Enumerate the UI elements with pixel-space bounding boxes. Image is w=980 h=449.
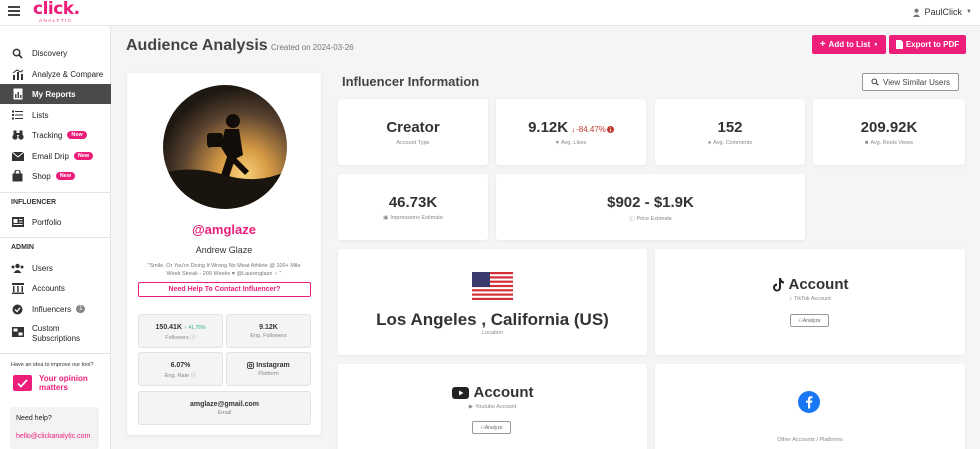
avatar: [163, 85, 287, 209]
new-badge: New: [67, 131, 87, 139]
section-label-influencer: INFLUENCER: [11, 199, 57, 206]
sidebar: Discovery Analyze & Compare My Reports L…: [0, 26, 111, 449]
section-title: Influencer Information: [342, 74, 480, 89]
sidebar-item-my-reports[interactable]: My Reports: [0, 84, 111, 104]
us-flag-icon: [472, 272, 513, 300]
divider: [0, 353, 111, 354]
avg-likes-card: 9.12K ↓ -84.47% ♥ Avg. Likes: [496, 99, 646, 165]
help-email-link[interactable]: hello@clickanalytic.com: [16, 433, 90, 440]
eng-followers-stat: 9.12K Eng. Followers: [226, 314, 311, 348]
arrow-up-icon: ↑: [184, 324, 187, 331]
divider: [0, 192, 111, 193]
chart-icon: [11, 68, 24, 80]
feedback-button[interactable]: Your opinion matters: [13, 374, 89, 392]
price-estimate-card: $902 - $1.9K ⓘ Price Estimate: [496, 174, 805, 240]
portfolio-icon: [11, 216, 24, 228]
profile-handle: @amglaze: [192, 222, 256, 237]
other-accounts-card: Other Accounts / Platforms: [655, 364, 965, 449]
user-icon: [912, 8, 920, 17]
mail-icon: [11, 150, 24, 162]
export-pdf-button[interactable]: Export to PDF: [889, 35, 966, 54]
subscriptions-icon: [11, 326, 24, 338]
user-name: PaulClick: [924, 7, 963, 17]
sidebar-item-shop[interactable]: Shop New: [0, 166, 111, 186]
search-icon: [871, 78, 879, 86]
logo[interactable]: click. ANALYTIC: [33, 0, 80, 23]
impressions-card: 46.73K ▣ Impressions Estimate: [338, 174, 488, 240]
chevron-down-icon: ▼: [966, 9, 972, 15]
youtube-icon: [451, 386, 469, 399]
location-card: Los Angeles , California (US) Location: [338, 249, 647, 355]
sidebar-item-lists[interactable]: Lists: [0, 105, 111, 125]
analyze-tiktok-button[interactable]: ⚇ Analyze: [790, 314, 829, 327]
users-icon: [11, 262, 24, 274]
binoculars-icon: [11, 129, 24, 141]
arrow-down-icon: ↓: [571, 125, 576, 134]
sidebar-item-accounts[interactable]: Accounts: [0, 278, 111, 298]
section-label-admin: ADMIN: [11, 244, 34, 251]
search-icon: [11, 47, 24, 59]
verified-icon: [11, 303, 24, 315]
email-stat: amglaze@gmail.com Email: [138, 391, 311, 425]
image-icon: ▣: [383, 215, 389, 221]
divider: [0, 237, 111, 238]
info-icon: ⓘ: [629, 217, 635, 223]
avg-comments-card: 152 ● Avg. Comments: [655, 99, 805, 165]
pdf-icon: [895, 40, 903, 49]
sidebar-item-email-drip[interactable]: Email Drip New: [0, 146, 111, 166]
list-icon: [11, 109, 24, 121]
sidebar-item-influencers[interactable]: Influencers 1: [0, 299, 111, 319]
user-menu[interactable]: PaulClick ▼: [912, 7, 972, 17]
sidebar-item-users[interactable]: Users: [0, 258, 111, 278]
chevron-down-icon: ▼: [873, 41, 879, 48]
avg-reels-views-card: 209.92K ■ Avg. Reels Views: [813, 99, 965, 165]
platform-stat: Instagram Platform: [226, 352, 311, 386]
help-box: Need help? hello@clickanalytic.com: [10, 407, 99, 449]
tiktok-icon: [772, 277, 784, 291]
add-to-list-button[interactable]: + Add to List ▼: [812, 35, 886, 54]
info-icon: [606, 126, 614, 133]
accounts-icon: [11, 282, 24, 294]
created-date: Created on 2024-03-26: [271, 43, 354, 52]
bag-icon: [11, 170, 24, 182]
comment-icon: ●: [707, 140, 712, 146]
info-icon: ⓘ: [190, 373, 197, 379]
help-title: Need help?: [16, 415, 52, 422]
tiktok-account-card: Account ♪ TikTok Account ⚇ Analyze: [655, 249, 965, 355]
info-icon: ⓘ: [190, 335, 196, 341]
profile-card: @amglaze Andrew Glaze "Smile, Or You're …: [127, 73, 321, 435]
view-similar-users-button[interactable]: View Similar Users: [862, 73, 959, 91]
tiktok-icon: ♪: [789, 296, 792, 302]
page-title: Audience Analysis: [126, 37, 268, 54]
profile-name: Andrew Glaze: [195, 245, 253, 255]
feedback-prompt: Have an idea to improve our tool?: [11, 362, 94, 368]
count-badge: 1: [76, 305, 86, 313]
account-type-card: Creator Account Type: [338, 99, 488, 165]
heart-icon: ♥: [555, 140, 559, 146]
profile-bio: "Smile, Or You're Doing It Wrong No Meat…: [147, 263, 301, 277]
new-badge: New: [55, 172, 75, 180]
checklist-icon: [13, 375, 32, 391]
plus-icon: +: [819, 38, 826, 50]
contact-influencer-button[interactable]: Need Help To Contact Influencer?: [138, 282, 311, 297]
menu-icon[interactable]: [8, 6, 20, 16]
youtube-account-card: Account ▶ Youtube Account ⚇ Analyze: [338, 364, 647, 449]
sidebar-item-custom-subscriptions[interactable]: Custom Subscriptions: [0, 322, 111, 346]
video-icon: ■: [865, 140, 869, 146]
youtube-icon: ▶: [468, 404, 474, 410]
facebook-icon[interactable]: [798, 391, 820, 413]
top-bar: click. ANALYTIC PaulClick ▼: [0, 0, 980, 26]
sidebar-item-tracking[interactable]: Tracking New: [0, 125, 111, 145]
location-value: Los Angeles , California (US): [376, 310, 609, 329]
report-icon: [11, 88, 24, 100]
sidebar-item-portfolio[interactable]: Portfolio: [0, 212, 111, 232]
sidebar-item-analyze[interactable]: Analyze & Compare: [0, 64, 111, 84]
analyze-youtube-button[interactable]: ⚇ Analyze: [472, 421, 511, 434]
sidebar-item-discovery[interactable]: Discovery: [0, 43, 111, 63]
instagram-icon: [247, 362, 255, 369]
new-badge: New: [73, 152, 94, 160]
followers-stat: 150.41K ↑ 41.76% Followers ⓘ: [138, 314, 223, 348]
eng-rate-stat: 6.07% Eng. Rate ⓘ: [138, 352, 223, 386]
